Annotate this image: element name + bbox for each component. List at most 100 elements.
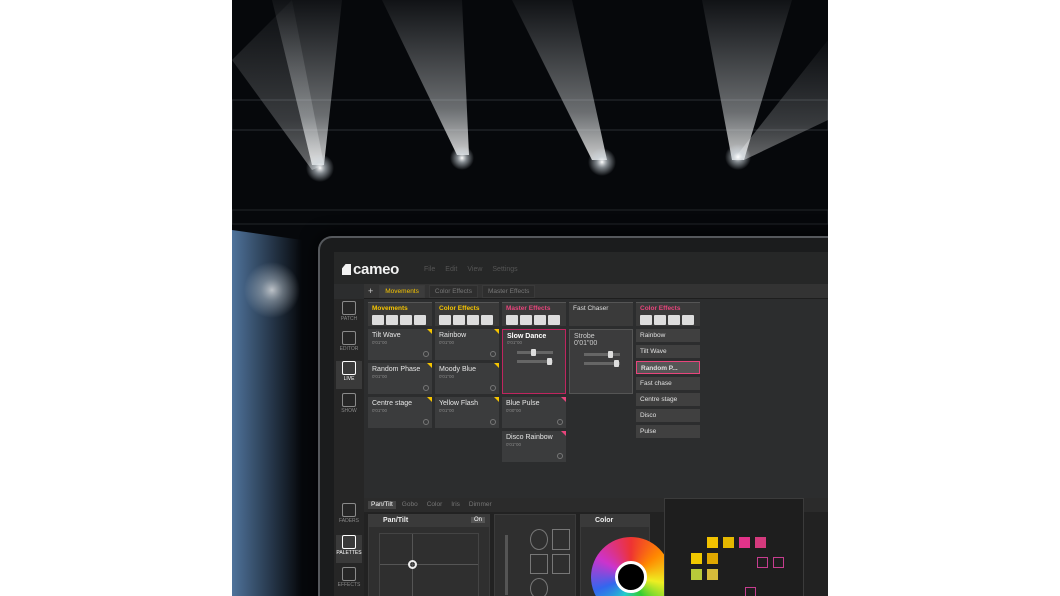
cross-icon[interactable] [552, 553, 570, 575]
column-header: Master Effects [502, 302, 566, 326]
palette-swatch[interactable] [755, 537, 766, 548]
sidebar-item-faders[interactable]: FADERS [336, 503, 362, 531]
movement-tools-panel [494, 514, 576, 596]
prev-button[interactable] [400, 315, 412, 325]
column-header: Movements [368, 302, 432, 326]
move-icon[interactable] [530, 529, 548, 550]
transport-controls [439, 315, 495, 325]
size-slider[interactable] [517, 358, 553, 365]
palette-swatch[interactable] [707, 569, 718, 580]
menu-file[interactable]: File [424, 266, 435, 273]
speed-slider[interactable] [517, 349, 553, 356]
menu-view[interactable]: View [467, 266, 482, 273]
app-screen: cameo File Edit View Settings + Movement… [334, 252, 828, 596]
color-panel: Color [580, 514, 671, 596]
pause-button[interactable] [386, 315, 398, 325]
tab-gobo[interactable]: Gobo [399, 501, 421, 509]
tab-dimmer[interactable]: Dimmer [466, 501, 495, 509]
sidebar: PATCH EDITOR LIVE SHOW FADERS PALETTES E… [334, 299, 364, 596]
tab-pan-tilt[interactable]: Pan/Tilt [368, 501, 396, 509]
tab-color[interactable]: Color [424, 501, 446, 509]
selected-effect-cell[interactable]: Slow Dance 0'01"00 [502, 329, 566, 394]
effect-cell[interactable]: Disco Rainbow 0'01"00 [502, 431, 566, 462]
list-item[interactable]: Tilt Wave [636, 345, 700, 358]
tab-iris[interactable]: Iris [448, 501, 463, 509]
effect-cell[interactable]: Moody Blue 0'01"00 [435, 363, 499, 394]
menu-settings[interactable]: Settings [492, 266, 517, 273]
palette-area: Pan/Tilt Gobo Color Iris Dimmer Pan/Tilt… [364, 498, 828, 596]
editor-icon [342, 331, 356, 345]
list-item[interactable]: Centre stage [636, 393, 700, 406]
faders-icon [342, 503, 356, 517]
effect-cell[interactable]: Centre stage 0'01"00 [368, 397, 432, 428]
effect-column-color-effects: Color Effects Rainbow 0'01"00 Moody Blue 0… [435, 302, 499, 428]
effect-cell[interactable]: Random Phase 0'01"00 [368, 363, 432, 394]
play-button[interactable] [506, 315, 518, 325]
list-item[interactable]: Pulse [636, 425, 700, 438]
on-toggle[interactable]: On [470, 517, 485, 523]
palette-swatch[interactable] [723, 537, 734, 548]
palette-swatch[interactable] [739, 537, 750, 548]
next-button[interactable] [548, 315, 560, 325]
effect-cell[interactable]: Strobe 0'01"00 [569, 329, 633, 394]
sidebar-item-effects[interactable]: EFFECTS [336, 567, 362, 595]
list-item[interactable]: Fast chase [636, 377, 700, 390]
palette-swatch[interactable] [745, 587, 756, 596]
palette-swatch[interactable] [691, 569, 702, 580]
prev-button[interactable] [668, 315, 680, 325]
sidebar-item-patch[interactable]: PATCH [336, 301, 362, 329]
pan-tilt-pad[interactable] [379, 533, 479, 596]
pause-button[interactable] [453, 315, 465, 325]
play-icon [342, 361, 356, 375]
prev-button[interactable] [534, 315, 546, 325]
palette-swatch[interactable] [757, 557, 768, 568]
effect-cell[interactable]: Yellow Flash 0'01"00 [435, 397, 499, 428]
effect-cell[interactable]: Rainbow 0'01"00 [435, 329, 499, 360]
next-button[interactable] [414, 315, 426, 325]
speed-slider[interactable] [584, 351, 620, 358]
pan-tilt-panel: Pan/Tilt On [368, 514, 490, 596]
prev-button[interactable] [467, 315, 479, 325]
next-button[interactable] [481, 315, 493, 325]
color-effects-list: Color Effects Rainbow Tilt Wave Random P… [636, 302, 700, 438]
tab-color-effects[interactable]: Color Effects [428, 284, 478, 298]
list-item[interactable]: Random P... [636, 361, 700, 374]
next-button[interactable] [682, 315, 694, 325]
palette-swatch[interactable] [707, 537, 718, 548]
palettes-icon [342, 535, 356, 549]
effect-column-fast-chaser: Fast Chaser Strobe 0'01"00 [569, 302, 633, 394]
palette-swatch[interactable] [773, 557, 784, 568]
position-handle[interactable] [408, 560, 417, 569]
size-slider[interactable] [584, 360, 620, 367]
effect-column-movements: Movements Tilt Wave 0'01"00 Random Phase 0… [368, 302, 432, 428]
sidebar-item-editor[interactable]: EDITOR [336, 331, 362, 359]
list-item[interactable]: Disco [636, 409, 700, 422]
sidebar-item-live[interactable]: LIVE [336, 361, 362, 389]
heart-icon[interactable] [530, 578, 548, 596]
effect-column-master-effects: Master Effects Slow Dance 0'01"00 Blue P… [502, 302, 566, 462]
menu-bar: File Edit View Settings [424, 266, 518, 273]
monitor-frame: cameo File Edit View Settings + Movement… [318, 236, 828, 596]
column-header: Color Effects [636, 302, 700, 326]
sidebar-item-palettes[interactable]: PALETTES [336, 535, 362, 563]
palette-swatch[interactable] [691, 553, 702, 564]
sidebar-item-show[interactable]: SHOW [336, 393, 362, 421]
play-button[interactable] [372, 315, 384, 325]
tab-master-effects[interactable]: Master Effects [481, 284, 536, 298]
menu-edit[interactable]: Edit [445, 266, 457, 273]
circle-icon[interactable] [552, 529, 570, 550]
add-tab-button[interactable]: + [368, 286, 373, 296]
diamond-icon[interactable] [530, 553, 548, 575]
title-bar: cameo File Edit View Settings [334, 252, 828, 284]
effect-cell[interactable]: Tilt Wave 0'01"00 [368, 329, 432, 360]
pause-button[interactable] [654, 315, 666, 325]
effect-cell[interactable]: Blue Pulse 0'00"00 [502, 397, 566, 428]
color-wheel[interactable] [591, 537, 671, 596]
play-button[interactable] [439, 315, 451, 325]
play-button[interactable] [640, 315, 652, 325]
list-item[interactable]: Rainbow [636, 329, 700, 342]
tab-movements[interactable]: Movements [379, 284, 425, 298]
column-header: Fast Chaser [569, 302, 633, 326]
palette-swatch[interactable] [707, 553, 718, 564]
pause-button[interactable] [520, 315, 532, 325]
